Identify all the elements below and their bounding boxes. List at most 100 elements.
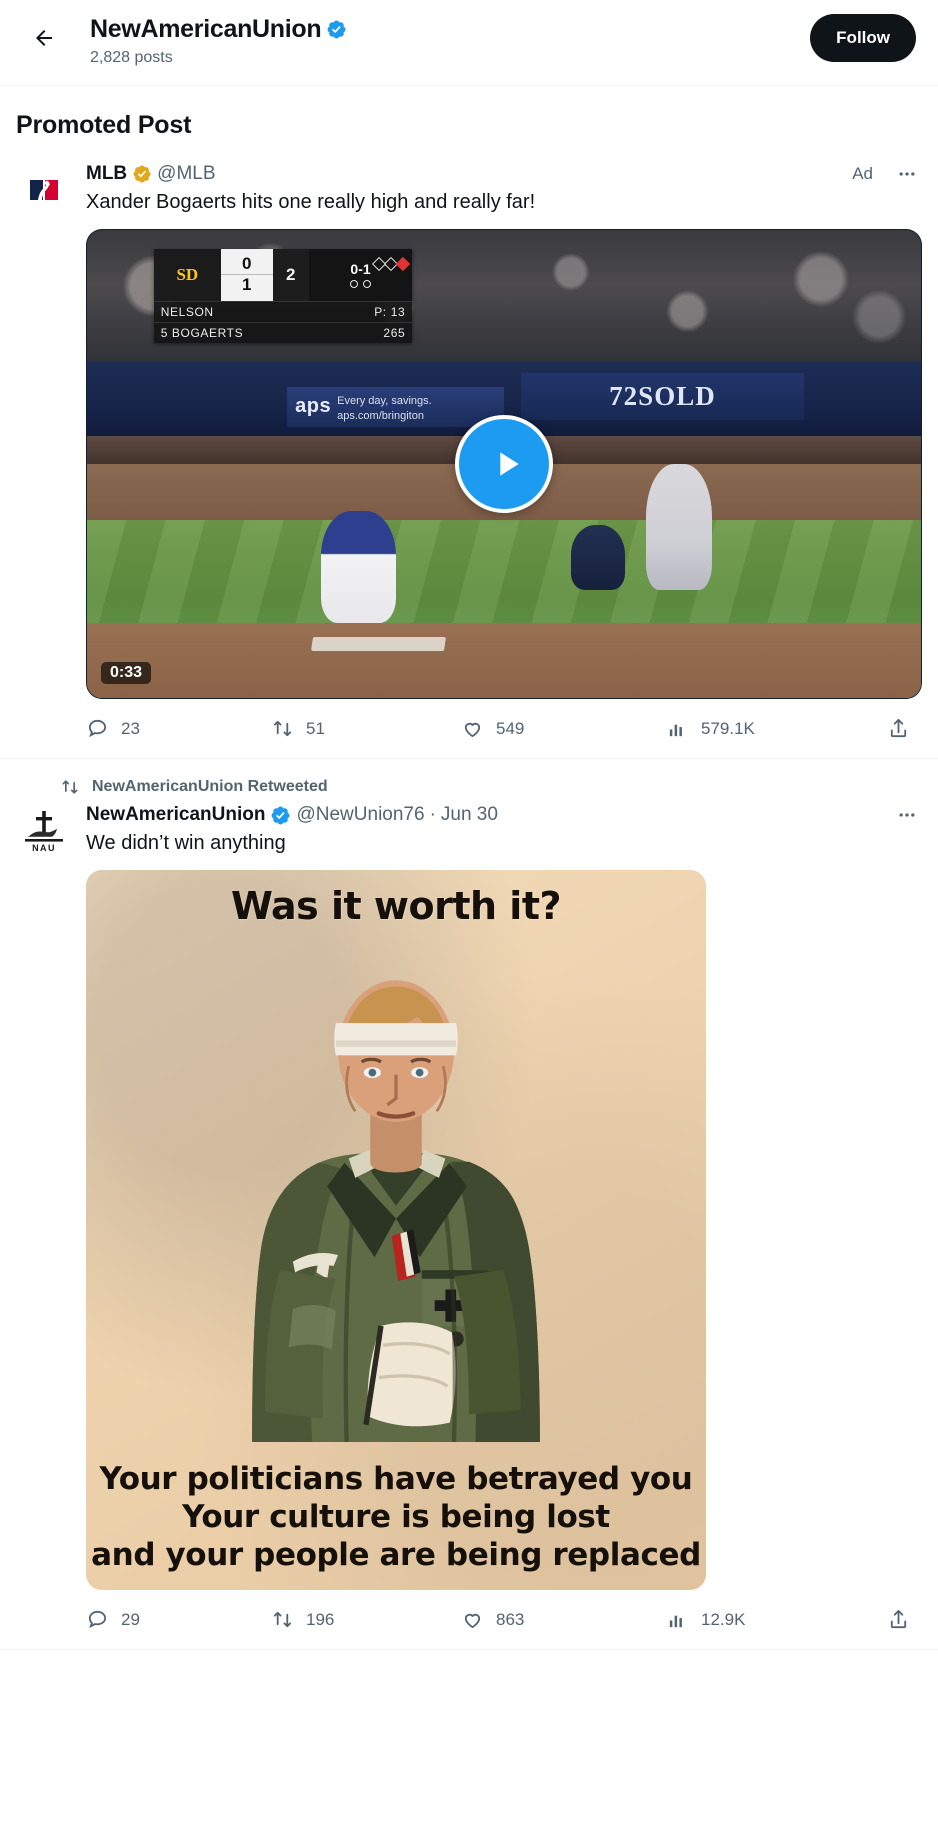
sponsor-tagline: Every day, savings. [337, 394, 432, 407]
caption-line-1: Your politicians have betrayed you [99, 1461, 693, 1497]
profile-header: NewAmericanUnion 2,828 posts Follow [0, 0, 938, 86]
outs-indicator [350, 280, 372, 289]
nau-logo-icon: NAU [16, 803, 72, 859]
pitcher-name: NELSON [160, 304, 214, 319]
reply-count: 29 [121, 1609, 140, 1629]
pitcher-row: NELSON P: 13 [153, 300, 413, 322]
sponsor-banner: aps Every day, savings. aps.com/bringito… [287, 386, 504, 427]
avatar[interactable] [16, 162, 72, 218]
image-top-caption: Was it worth it? [230, 884, 562, 928]
repost-icon [62, 780, 78, 794]
like-count: 863 [496, 1609, 525, 1629]
share-button[interactable] [887, 717, 910, 740]
back-button[interactable] [20, 14, 68, 62]
author-display-name[interactable]: MLB [86, 162, 127, 186]
pitcher-stat-label: P: [374, 304, 387, 319]
caption-line-3: and your people are being replaced [91, 1537, 701, 1573]
svg-text:NAU: NAU [32, 843, 56, 853]
batter-row: 5 BOGAERTS 265 [153, 321, 413, 343]
like-button[interactable]: 863 [461, 1608, 666, 1631]
reply-count: 23 [121, 718, 140, 738]
scoreboard-overlay: SD 0 1 2 0-1 NELSON P: 13 5 BOGAERTS 265 [153, 248, 413, 343]
batter-figure [645, 464, 713, 591]
like-count: 549 [496, 718, 525, 738]
promoted-post-heading: Promoted Post [16, 111, 192, 139]
share-icon [890, 1609, 907, 1629]
reply-button[interactable]: 29 [86, 1608, 271, 1631]
infield-dirt [87, 623, 921, 698]
mlb-logo-icon [16, 162, 72, 218]
verified-gold-icon [133, 165, 151, 183]
post-actions: 23 51 549 579.1K [86, 699, 922, 758]
post-retweet-nau[interactable]: NewAmericanUnion Retweeted NAU NewAmeric… [0, 759, 938, 1650]
views-count: 12.9K [701, 1609, 746, 1629]
views-button[interactable]: 12.9K [666, 1608, 851, 1631]
repost-count: 196 [306, 1609, 335, 1629]
repost-count: 51 [306, 718, 325, 738]
analytics-icon [669, 724, 682, 737]
image-bottom-caption: Your politicians have betrayed you Your … [86, 1460, 706, 1574]
follow-button[interactable]: Follow [810, 14, 916, 62]
repost-icon [273, 720, 292, 737]
views-button[interactable]: 579.1K [666, 717, 851, 740]
pitcher-figure [320, 510, 396, 624]
outfield-sign: 72SOLD [520, 372, 805, 420]
heart-icon [464, 722, 481, 738]
batter-stat: 265 [383, 325, 406, 340]
ad-label: Ad [852, 164, 873, 183]
analytics-icon [669, 1615, 682, 1628]
repost-button[interactable]: 196 [271, 1608, 461, 1631]
score-home: 1 [220, 274, 273, 295]
post-promoted-mlb[interactable]: MLB @MLB Ad Xander Bogaerts hits one rea… [0, 154, 938, 759]
more-options-icon [899, 172, 915, 176]
home-plate-area [311, 637, 447, 652]
video-player[interactable]: 72SOLD aps Every day, savings. aps.com/b… [86, 229, 922, 699]
post-author-row: NewAmericanUnion @NewUnion76 · Jun 30 [86, 803, 922, 827]
author-display-name[interactable]: NewAmericanUnion [86, 803, 265, 827]
media-container: 72SOLD aps Every day, savings. aps.com/b… [86, 229, 922, 699]
verified-blue-icon [272, 806, 290, 824]
header-titles: NewAmericanUnion 2,828 posts [90, 10, 810, 68]
retweet-context-label: NewAmericanUnion Retweeted [92, 778, 328, 795]
views-count: 579.1K [701, 718, 755, 738]
page-title: NewAmericanUnion [90, 15, 322, 43]
scoreboard-scores: 0 1 [220, 248, 273, 301]
score-away: 0 [242, 254, 252, 274]
play-button-icon [500, 452, 519, 476]
repost-icon [273, 1611, 292, 1628]
avatar[interactable]: NAU [16, 803, 72, 859]
post-author-row: MLB @MLB Ad [86, 162, 922, 186]
post-text: We didn’t win anything [86, 832, 286, 854]
post-text: Xander Bogaerts hits one really high and… [86, 191, 536, 213]
pitcher-stat-value: 13 [390, 304, 406, 319]
sponsor-name: aps [295, 395, 332, 418]
batter-name: 5 BOGAERTS [160, 325, 244, 340]
retweet-context[interactable]: NewAmericanUnion Retweeted [16, 767, 922, 803]
illustration-wounded-soldier [86, 948, 706, 1442]
more-options-button[interactable] [892, 803, 922, 827]
share-button[interactable] [887, 1608, 910, 1631]
reply-icon [88, 1610, 107, 1629]
heart-icon [464, 1613, 481, 1629]
arrow-left-icon [36, 30, 52, 46]
scoreboard-count-block: 0-1 [308, 248, 413, 301]
post-date[interactable]: Jun 30 [441, 803, 498, 827]
post-image[interactable]: Was it worth it? Your politicians have b… [86, 870, 706, 1590]
caption-line-2: Your culture is being lost [182, 1499, 610, 1535]
like-button[interactable]: 549 [461, 717, 666, 740]
repost-button[interactable]: 51 [271, 717, 461, 740]
scoreboard-team-logo: SD [153, 248, 221, 301]
post-count: 2,828 posts [90, 49, 173, 66]
catcher-figure [570, 524, 625, 591]
ball-strike-count: 0-1 [350, 261, 371, 278]
scoreboard-inning: 2 [272, 248, 309, 301]
verified-blue-icon [327, 20, 346, 38]
reply-button[interactable]: 23 [86, 717, 271, 740]
author-handle[interactable]: @NewUnion76 [296, 803, 424, 827]
sponsor-url: aps.com/bringiton [337, 409, 424, 422]
more-options-icon [899, 813, 915, 817]
more-options-button[interactable] [892, 162, 922, 186]
play-button[interactable] [455, 415, 553, 513]
separator: · [429, 804, 436, 825]
author-handle[interactable]: @MLB [157, 162, 215, 186]
